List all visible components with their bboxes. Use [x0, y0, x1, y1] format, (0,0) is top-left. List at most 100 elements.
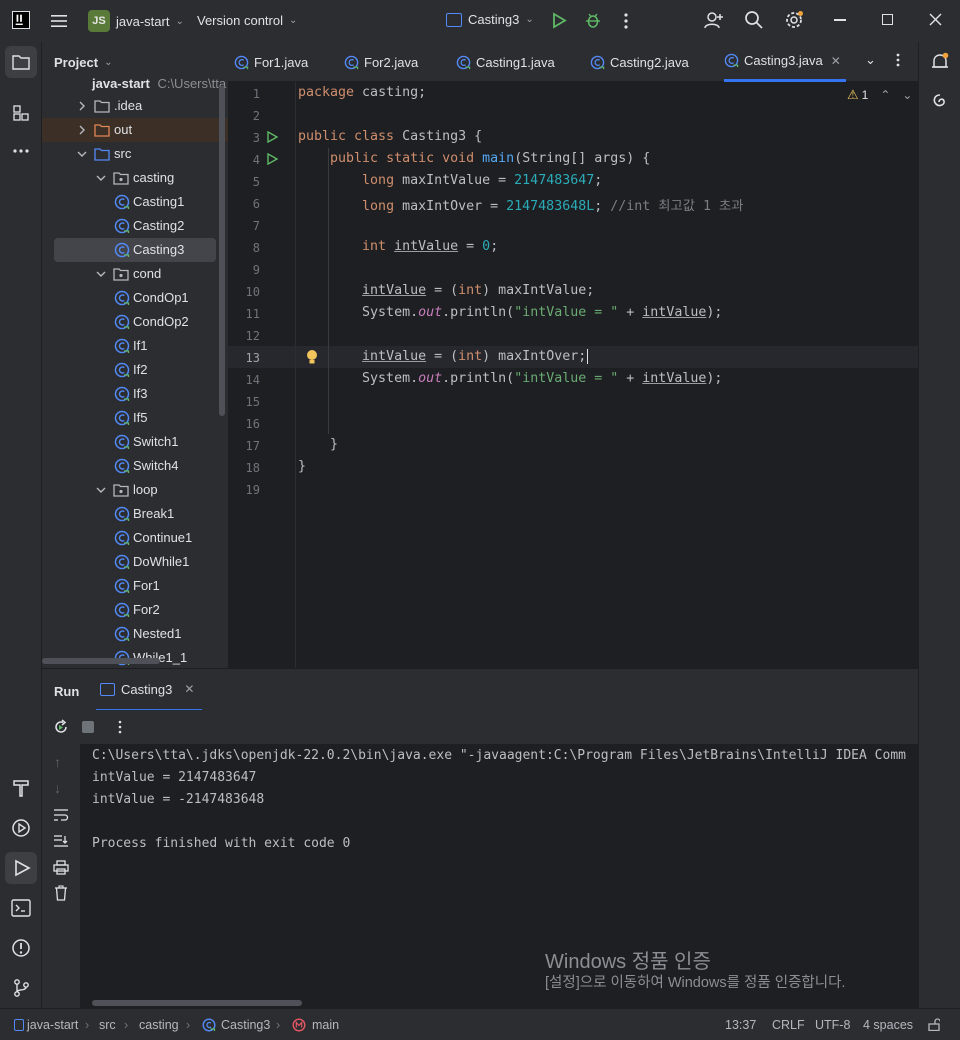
tree-item-cond[interactable]: cond	[42, 262, 216, 286]
minimize-icon[interactable]	[834, 19, 846, 21]
caret-position[interactable]: 13:37	[725, 1018, 756, 1032]
play-icon[interactable]	[551, 12, 567, 29]
more-icon[interactable]	[12, 146, 30, 156]
tree-item-casting2[interactable]: Casting2	[42, 214, 216, 238]
tab-for2-java[interactable]: For2.java	[344, 42, 444, 82]
terminal-icon[interactable]	[11, 899, 31, 917]
tree-item-loop[interactable]: loop	[42, 478, 216, 502]
tree-item-if3[interactable]: If3	[42, 382, 216, 406]
class-icon	[202, 1018, 216, 1032]
lock-icon[interactable]	[928, 1018, 940, 1031]
close-icon[interactable]	[929, 13, 942, 26]
code-editor[interactable]: 1 2 3 4 5 6 7 8 9 10 11 12 13 14 15 16 17 18 19 ⚠ 1 ⌃ ⌄ pa…	[228, 82, 918, 668]
line-separator[interactable]: CRLF	[772, 1018, 805, 1032]
chevron-right-icon[interactable]	[76, 124, 88, 136]
run-gutter-icon[interactable]	[266, 131, 278, 143]
close-icon[interactable]: ✕	[184, 682, 194, 696]
horizontal-scrollbar[interactable]	[42, 658, 160, 664]
breadcrumb-project[interactable]: java-start	[27, 1018, 78, 1032]
tree-item-casting3[interactable]: Casting3	[54, 238, 216, 262]
project-switcher[interactable]: JS java-start ⌄	[88, 10, 184, 32]
indent-setting[interactable]: 4 spaces	[863, 1018, 913, 1032]
notifications-icon[interactable]	[930, 52, 950, 72]
breadcrumb-package[interactable]: casting	[139, 1018, 179, 1032]
project-panel-header[interactable]: Project ⌄	[54, 55, 112, 70]
tree-item-for1[interactable]: For1	[42, 574, 216, 598]
project-name: java-start	[116, 13, 170, 29]
tree-item-if2[interactable]: If2	[42, 358, 216, 382]
soft-wrap-icon[interactable]	[53, 808, 69, 822]
horizontal-scrollbar[interactable]	[92, 1000, 302, 1006]
close-icon[interactable]: ✕	[831, 54, 841, 68]
tab-casting3-java[interactable]: Casting3.java ✕	[724, 42, 846, 82]
breadcrumb-src[interactable]: src	[99, 1018, 116, 1032]
more-icon[interactable]	[893, 52, 903, 68]
project-root-row[interactable]: java-start C:\Users\tta	[92, 76, 226, 91]
add-user-icon[interactable]	[704, 10, 724, 30]
tree-item-dowhile1[interactable]: DoWhile1	[42, 550, 216, 574]
git-icon[interactable]	[11, 978, 31, 998]
problems-icon[interactable]	[11, 938, 31, 958]
ai-icon[interactable]	[930, 92, 950, 112]
tree-item-if5[interactable]: If5	[42, 406, 216, 430]
structure-icon[interactable]	[12, 104, 30, 122]
tree-item-continue1[interactable]: Continue1	[42, 526, 216, 550]
hamburger-icon[interactable]	[50, 12, 68, 30]
vcs-menu[interactable]: Version control ⌄	[197, 13, 297, 28]
debug-icon[interactable]	[584, 11, 602, 29]
breadcrumb-class[interactable]: Casting3	[221, 1018, 270, 1032]
tab-casting2-java[interactable]: Casting2.java	[590, 42, 712, 82]
tree-item-switch1[interactable]: Switch1	[42, 430, 216, 454]
tab-casting1-java[interactable]: Casting1.java	[456, 42, 576, 82]
services-icon[interactable]	[11, 818, 31, 838]
chevron-right-icon[interactable]	[76, 100, 88, 112]
tree-item-out[interactable]: out	[42, 118, 228, 142]
build-icon[interactable]	[11, 778, 31, 798]
arrow-up-icon[interactable]: ↑	[54, 754, 68, 770]
breadcrumb-method[interactable]: main	[312, 1018, 339, 1032]
arrow-down-icon[interactable]: ↓	[54, 780, 68, 796]
chevron-down-icon[interactable]	[95, 172, 107, 184]
tree-item-nested1[interactable]: Nested1	[42, 622, 216, 646]
tree-item-label: CondOp2	[133, 314, 189, 329]
tree-item-while1-1[interactable]: While1_1	[42, 646, 216, 668]
tree-item-for2[interactable]: For2	[42, 598, 216, 622]
chevron-down-icon: ⌄	[902, 88, 913, 102]
chevron-down-icon[interactable]	[76, 148, 88, 160]
run-gutter-icon[interactable]	[266, 153, 278, 165]
tree-item-switch4[interactable]: Switch4	[42, 454, 216, 478]
maximize-icon[interactable]	[882, 14, 893, 25]
tree-item-casting[interactable]: casting	[42, 166, 216, 190]
stop-icon[interactable]	[82, 721, 94, 733]
more-icon[interactable]	[116, 719, 124, 735]
tree-item-casting1[interactable]: Casting1	[42, 190, 216, 214]
gutter: 1 2 3 4 5 6 7 8 9 10 11 12 13 14 15 16 17 18 19	[228, 82, 296, 668]
trash-icon[interactable]	[54, 885, 68, 901]
tree-item-break1[interactable]: Break1	[42, 502, 216, 526]
scroll-to-end-icon[interactable]	[53, 834, 69, 848]
tree-item-label: DoWhile1	[133, 554, 190, 569]
search-icon[interactable]	[744, 10, 764, 30]
chevron-down-icon[interactable]: ⌄	[865, 52, 879, 70]
tree-item-condop1[interactable]: CondOp1	[42, 286, 216, 310]
tab-for1-java[interactable]: For1.java	[234, 42, 334, 82]
chevron-down-icon[interactable]	[95, 268, 107, 280]
print-icon[interactable]	[53, 860, 69, 875]
vertical-scrollbar[interactable]	[219, 86, 225, 416]
inspection-widget[interactable]: ⚠ 1 ⌃ ⌄	[847, 87, 912, 103]
chevron-down-icon[interactable]	[95, 484, 107, 496]
tree-item-src[interactable]: src	[42, 142, 216, 166]
console-output[interactable]: C:\Users\tta\.jdks\openjdk-22.0.2\bin\ja…	[80, 744, 918, 1008]
run-tool-button[interactable]	[5, 852, 37, 884]
file-encoding[interactable]: UTF-8	[815, 1018, 850, 1032]
more-icon[interactable]	[619, 12, 633, 30]
project-tool-button[interactable]	[5, 46, 37, 78]
rerun-icon[interactable]	[53, 719, 69, 735]
gear-icon[interactable]	[784, 10, 804, 30]
tree-item-condop2[interactable]: CondOp2	[42, 310, 216, 334]
run-tab-casting3[interactable]: Casting3 ✕	[96, 669, 202, 711]
intellij-logo-icon[interactable]	[12, 11, 30, 29]
run-config-selector[interactable]: Casting3 ⌄	[446, 12, 534, 27]
tree-item-if1[interactable]: If1	[42, 334, 216, 358]
tree-item--idea[interactable]: .idea	[42, 94, 216, 118]
